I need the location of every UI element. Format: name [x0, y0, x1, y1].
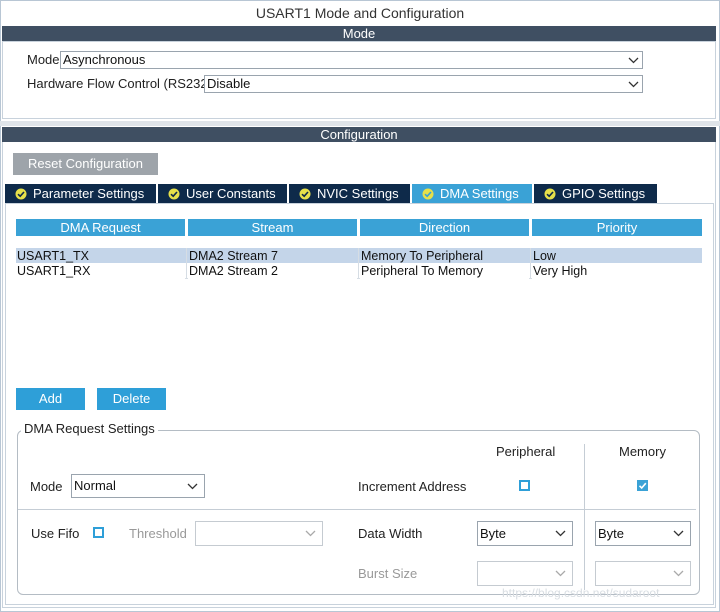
- cell-request: USART1_RX: [16, 263, 185, 279]
- tab-parameter-settings[interactable]: Parameter Settings: [5, 184, 156, 203]
- tab-dma-settings[interactable]: DMA Settings: [412, 184, 532, 203]
- settings-mode-select[interactable]: Normal: [71, 474, 205, 498]
- cell-priority: Low: [532, 248, 702, 264]
- settings-vertical-divider: [584, 444, 585, 590]
- checkmark-icon: [638, 482, 647, 490]
- mode-select[interactable]: Asynchronous: [60, 51, 643, 69]
- settings-mode-label: Mode: [30, 479, 63, 494]
- tab-label: DMA Settings: [440, 186, 519, 201]
- delete-button[interactable]: Delete: [97, 388, 166, 410]
- peripheral-header: Peripheral: [496, 444, 556, 459]
- column-header-stream[interactable]: Stream: [188, 219, 357, 236]
- mode-label: Mode: [27, 52, 60, 67]
- cell-stream: DMA2 Stream 7: [188, 248, 357, 264]
- tab-label: User Constants: [186, 186, 276, 201]
- burst-size-peripheral-select[interactable]: [477, 561, 573, 586]
- dma-request-settings-legend: DMA Request Settings: [21, 421, 158, 436]
- chevron-down-icon: [187, 475, 198, 497]
- use-fifo-label: Use Fifo: [31, 526, 80, 541]
- column-divider: [358, 248, 359, 279]
- column-divider: [530, 248, 531, 279]
- window-title: USART1 Mode and Configuration: [255, 5, 465, 21]
- column-header-direction[interactable]: Direction: [360, 219, 529, 236]
- watermark: https://blog.csdn.net/sudaroot: [502, 586, 660, 600]
- threshold-select[interactable]: [195, 521, 323, 546]
- add-button[interactable]: Add: [16, 388, 85, 410]
- flow-control-select[interactable]: Disable: [204, 75, 643, 93]
- data-width-peripheral-select[interactable]: Byte: [477, 521, 573, 546]
- memory-header: Memory: [619, 444, 666, 459]
- column-header-priority[interactable]: Priority: [532, 219, 702, 236]
- chevron-down-icon: [673, 522, 684, 545]
- data-width-memory-value: Byte: [598, 526, 625, 541]
- tab-label: NVIC Settings: [317, 186, 399, 201]
- data-width-peripheral-value: Byte: [480, 526, 507, 541]
- cell-stream: DMA2 Stream 2: [188, 263, 357, 279]
- burst-size-memory-select[interactable]: [595, 561, 691, 586]
- tab-nvic-settings[interactable]: NVIC Settings: [289, 184, 410, 203]
- cell-request: USART1_TX: [16, 248, 185, 264]
- tab-gpio-settings[interactable]: GPIO Settings: [534, 184, 657, 203]
- chevron-down-icon: [555, 562, 566, 585]
- burst-size-label: Burst Size: [358, 566, 418, 581]
- increment-peripheral-checkbox[interactable]: [519, 480, 530, 491]
- tab-label: GPIO Settings: [562, 186, 646, 201]
- chevron-down-icon: [673, 562, 684, 585]
- check-circle-icon: [422, 188, 434, 199]
- flow-control-value: Disable: [207, 76, 251, 91]
- flow-control-label: Hardware Flow Control (RS232): [27, 76, 212, 91]
- check-circle-icon: [168, 188, 180, 199]
- tab-label: Parameter Settings: [33, 186, 145, 201]
- increment-memory-checkbox[interactable]: [637, 480, 648, 491]
- check-circle-icon: [544, 188, 556, 199]
- cell-priority: Very High: [532, 263, 702, 279]
- column-header-dma-request[interactable]: DMA Request: [16, 219, 185, 236]
- data-width-label: Data Width: [358, 526, 423, 541]
- check-circle-icon: [15, 188, 27, 199]
- threshold-label: Threshold: [129, 526, 187, 541]
- settings-mode-value: Normal: [74, 478, 116, 493]
- data-width-memory-select[interactable]: Byte: [595, 521, 691, 546]
- chevron-down-icon: [555, 522, 566, 545]
- column-divider: [186, 248, 187, 279]
- chevron-down-icon: [628, 52, 639, 68]
- increment-address-label: Increment Address: [358, 479, 467, 494]
- cell-direction: Peripheral To Memory: [360, 263, 529, 279]
- tab-user-constants[interactable]: User Constants: [158, 184, 287, 203]
- section-divider: [0, 121, 720, 126]
- mode-select-value: Asynchronous: [63, 52, 146, 67]
- use-fifo-checkbox[interactable]: [93, 527, 104, 538]
- settings-horizontal-divider: [18, 509, 696, 510]
- configuration-section-header: Configuration: [2, 127, 716, 142]
- chevron-down-icon: [305, 522, 316, 545]
- cell-direction: Memory To Peripheral: [360, 248, 529, 264]
- check-circle-icon: [299, 188, 311, 199]
- reset-configuration-button[interactable]: Reset Configuration: [13, 153, 158, 175]
- mode-section-header: Mode: [2, 26, 716, 41]
- chevron-down-icon: [628, 76, 639, 92]
